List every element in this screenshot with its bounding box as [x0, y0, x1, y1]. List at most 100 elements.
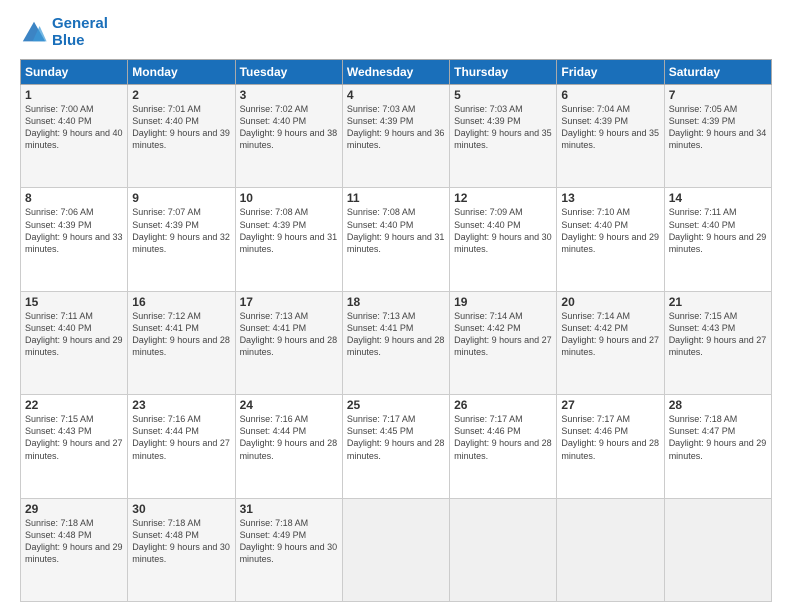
day-info: Sunrise: 7:15 AMSunset: 4:43 PMDaylight:…: [669, 311, 767, 357]
logo: General Blue: [20, 16, 108, 49]
calendar-cell: 24 Sunrise: 7:16 AMSunset: 4:44 PMDaylig…: [235, 395, 342, 498]
day-number: 12: [454, 191, 552, 205]
calendar-cell: 3 Sunrise: 7:02 AMSunset: 4:40 PMDayligh…: [235, 85, 342, 188]
header: General Blue: [20, 16, 772, 49]
day-number: 15: [25, 295, 123, 309]
calendar-cell: 26 Sunrise: 7:17 AMSunset: 4:46 PMDaylig…: [450, 395, 557, 498]
calendar-cell: 4 Sunrise: 7:03 AMSunset: 4:39 PMDayligh…: [342, 85, 449, 188]
calendar-week-row: 1 Sunrise: 7:00 AMSunset: 4:40 PMDayligh…: [21, 85, 772, 188]
day-info: Sunrise: 7:12 AMSunset: 4:41 PMDaylight:…: [132, 311, 230, 357]
calendar-cell: 15 Sunrise: 7:11 AMSunset: 4:40 PMDaylig…: [21, 291, 128, 394]
calendar-cell: 19 Sunrise: 7:14 AMSunset: 4:42 PMDaylig…: [450, 291, 557, 394]
day-info: Sunrise: 7:06 AMSunset: 4:39 PMDaylight:…: [25, 207, 123, 253]
day-number: 30: [132, 502, 230, 516]
day-info: Sunrise: 7:13 AMSunset: 4:41 PMDaylight:…: [347, 311, 445, 357]
calendar-cell: [664, 498, 771, 601]
day-number: 5: [454, 88, 552, 102]
calendar-cell: 22 Sunrise: 7:15 AMSunset: 4:43 PMDaylig…: [21, 395, 128, 498]
calendar-cell: 12 Sunrise: 7:09 AMSunset: 4:40 PMDaylig…: [450, 188, 557, 291]
calendar-cell: 11 Sunrise: 7:08 AMSunset: 4:40 PMDaylig…: [342, 188, 449, 291]
calendar-day-header: Wednesday: [342, 60, 449, 85]
day-number: 10: [240, 191, 338, 205]
calendar-cell: 10 Sunrise: 7:08 AMSunset: 4:39 PMDaylig…: [235, 188, 342, 291]
day-info: Sunrise: 7:14 AMSunset: 4:42 PMDaylight:…: [454, 311, 552, 357]
day-number: 20: [561, 295, 659, 309]
day-info: Sunrise: 7:17 AMSunset: 4:45 PMDaylight:…: [347, 414, 445, 460]
day-info: Sunrise: 7:14 AMSunset: 4:42 PMDaylight:…: [561, 311, 659, 357]
calendar-cell: 17 Sunrise: 7:13 AMSunset: 4:41 PMDaylig…: [235, 291, 342, 394]
day-info: Sunrise: 7:16 AMSunset: 4:44 PMDaylight:…: [240, 414, 338, 460]
day-number: 3: [240, 88, 338, 102]
calendar-cell: 30 Sunrise: 7:18 AMSunset: 4:48 PMDaylig…: [128, 498, 235, 601]
day-number: 24: [240, 398, 338, 412]
calendar-week-row: 22 Sunrise: 7:15 AMSunset: 4:43 PMDaylig…: [21, 395, 772, 498]
calendar-week-row: 29 Sunrise: 7:18 AMSunset: 4:48 PMDaylig…: [21, 498, 772, 601]
calendar-day-header: Friday: [557, 60, 664, 85]
day-number: 11: [347, 191, 445, 205]
day-number: 13: [561, 191, 659, 205]
calendar-cell: [342, 498, 449, 601]
day-info: Sunrise: 7:11 AMSunset: 4:40 PMDaylight:…: [25, 311, 123, 357]
calendar-cell: 7 Sunrise: 7:05 AMSunset: 4:39 PMDayligh…: [664, 85, 771, 188]
day-info: Sunrise: 7:01 AMSunset: 4:40 PMDaylight:…: [132, 104, 230, 150]
calendar-cell: 6 Sunrise: 7:04 AMSunset: 4:39 PMDayligh…: [557, 85, 664, 188]
day-info: Sunrise: 7:03 AMSunset: 4:39 PMDaylight:…: [454, 104, 552, 150]
calendar-day-header: Tuesday: [235, 60, 342, 85]
calendar-day-header: Saturday: [664, 60, 771, 85]
day-number: 26: [454, 398, 552, 412]
calendar-cell: 25 Sunrise: 7:17 AMSunset: 4:45 PMDaylig…: [342, 395, 449, 498]
calendar-week-row: 8 Sunrise: 7:06 AMSunset: 4:39 PMDayligh…: [21, 188, 772, 291]
day-info: Sunrise: 7:18 AMSunset: 4:48 PMDaylight:…: [25, 518, 123, 564]
day-number: 1: [25, 88, 123, 102]
day-info: Sunrise: 7:10 AMSunset: 4:40 PMDaylight:…: [561, 207, 659, 253]
day-info: Sunrise: 7:08 AMSunset: 4:39 PMDaylight:…: [240, 207, 338, 253]
day-info: Sunrise: 7:17 AMSunset: 4:46 PMDaylight:…: [454, 414, 552, 460]
calendar-week-row: 15 Sunrise: 7:11 AMSunset: 4:40 PMDaylig…: [21, 291, 772, 394]
calendar-cell: 29 Sunrise: 7:18 AMSunset: 4:48 PMDaylig…: [21, 498, 128, 601]
day-info: Sunrise: 7:02 AMSunset: 4:40 PMDaylight:…: [240, 104, 338, 150]
calendar-cell: 16 Sunrise: 7:12 AMSunset: 4:41 PMDaylig…: [128, 291, 235, 394]
calendar-cell: 13 Sunrise: 7:10 AMSunset: 4:40 PMDaylig…: [557, 188, 664, 291]
day-number: 7: [669, 88, 767, 102]
calendar-cell: 20 Sunrise: 7:14 AMSunset: 4:42 PMDaylig…: [557, 291, 664, 394]
day-number: 25: [347, 398, 445, 412]
day-number: 14: [669, 191, 767, 205]
calendar-cell: 27 Sunrise: 7:17 AMSunset: 4:46 PMDaylig…: [557, 395, 664, 498]
day-info: Sunrise: 7:00 AMSunset: 4:40 PMDaylight:…: [25, 104, 123, 150]
day-number: 18: [347, 295, 445, 309]
day-info: Sunrise: 7:15 AMSunset: 4:43 PMDaylight:…: [25, 414, 123, 460]
logo-text: General Blue: [52, 16, 108, 49]
day-info: Sunrise: 7:18 AMSunset: 4:49 PMDaylight:…: [240, 518, 338, 564]
calendar-cell: 31 Sunrise: 7:18 AMSunset: 4:49 PMDaylig…: [235, 498, 342, 601]
day-number: 23: [132, 398, 230, 412]
calendar-day-header: Thursday: [450, 60, 557, 85]
day-info: Sunrise: 7:16 AMSunset: 4:44 PMDaylight:…: [132, 414, 230, 460]
calendar-cell: 28 Sunrise: 7:18 AMSunset: 4:47 PMDaylig…: [664, 395, 771, 498]
day-info: Sunrise: 7:04 AMSunset: 4:39 PMDaylight:…: [561, 104, 659, 150]
day-number: 4: [347, 88, 445, 102]
day-info: Sunrise: 7:11 AMSunset: 4:40 PMDaylight:…: [669, 207, 767, 253]
day-number: 2: [132, 88, 230, 102]
day-number: 21: [669, 295, 767, 309]
day-info: Sunrise: 7:03 AMSunset: 4:39 PMDaylight:…: [347, 104, 445, 150]
day-info: Sunrise: 7:07 AMSunset: 4:39 PMDaylight:…: [132, 207, 230, 253]
day-number: 27: [561, 398, 659, 412]
calendar-cell: 9 Sunrise: 7:07 AMSunset: 4:39 PMDayligh…: [128, 188, 235, 291]
calendar-day-header: Sunday: [21, 60, 128, 85]
day-number: 16: [132, 295, 230, 309]
day-info: Sunrise: 7:05 AMSunset: 4:39 PMDaylight:…: [669, 104, 767, 150]
day-number: 19: [454, 295, 552, 309]
calendar-cell: 2 Sunrise: 7:01 AMSunset: 4:40 PMDayligh…: [128, 85, 235, 188]
day-info: Sunrise: 7:13 AMSunset: 4:41 PMDaylight:…: [240, 311, 338, 357]
calendar-cell: 21 Sunrise: 7:15 AMSunset: 4:43 PMDaylig…: [664, 291, 771, 394]
calendar-cell: 14 Sunrise: 7:11 AMSunset: 4:40 PMDaylig…: [664, 188, 771, 291]
day-number: 6: [561, 88, 659, 102]
day-number: 31: [240, 502, 338, 516]
day-number: 22: [25, 398, 123, 412]
day-number: 28: [669, 398, 767, 412]
calendar-cell: 23 Sunrise: 7:16 AMSunset: 4:44 PMDaylig…: [128, 395, 235, 498]
day-number: 9: [132, 191, 230, 205]
day-info: Sunrise: 7:18 AMSunset: 4:48 PMDaylight:…: [132, 518, 230, 564]
day-info: Sunrise: 7:09 AMSunset: 4:40 PMDaylight:…: [454, 207, 552, 253]
day-number: 17: [240, 295, 338, 309]
